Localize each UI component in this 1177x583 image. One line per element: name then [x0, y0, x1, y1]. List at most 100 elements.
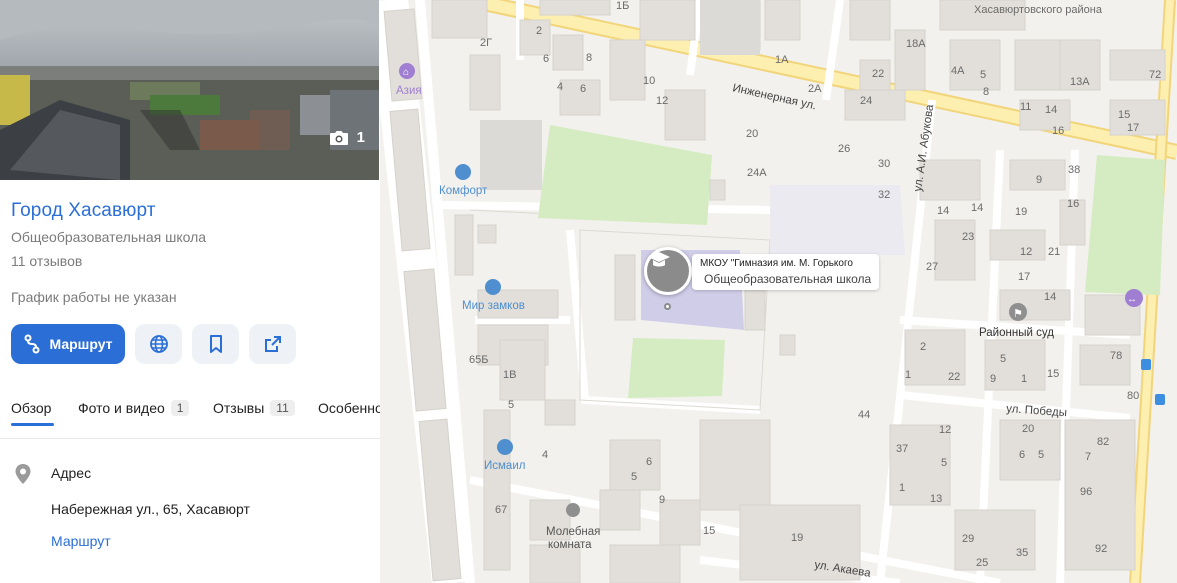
svg-text:4: 4 [557, 81, 563, 93]
route-button[interactable]: Маршрут [11, 324, 125, 364]
svg-text:65Б: 65Б [469, 354, 488, 366]
org-category: Общеобразовательная школа [11, 229, 207, 245]
svg-text:44: 44 [858, 409, 870, 421]
org-tabs: Обзор Фото и видео 1 Отзывы 11 Особенно [0, 396, 380, 439]
app: 1Б 2Г 2 6 8 4 6 10 12 1А 2А 20 24А 26 30… [0, 0, 1177, 583]
svg-text:14: 14 [971, 202, 983, 214]
svg-text:22: 22 [948, 371, 960, 383]
tab-overview[interactable]: Обзор [11, 400, 51, 416]
tab-photos[interactable]: Фото и видео 1 [78, 400, 190, 416]
route-icon [24, 334, 40, 354]
svg-text:78: 78 [1110, 350, 1122, 362]
route-button-label: Маршрут [49, 336, 113, 352]
tab-photos-badge: 1 [170, 400, 190, 416]
svg-text:Районный суд: Районный суд [979, 327, 1054, 339]
svg-text:8: 8 [586, 52, 592, 64]
location-pin-icon [15, 464, 31, 484]
svg-text:4: 4 [542, 449, 548, 461]
bookmark-button[interactable] [192, 324, 239, 364]
svg-text:14: 14 [1045, 104, 1057, 116]
svg-text:10: 10 [643, 75, 655, 87]
school-marker-icon[interactable] [644, 247, 692, 295]
city-photo-image [0, 0, 379, 180]
tab-reviews-label: Отзывы [213, 400, 265, 416]
svg-text:35: 35 [1016, 547, 1028, 559]
svg-text:96: 96 [1080, 486, 1092, 498]
svg-text:22: 22 [872, 68, 884, 80]
svg-text:18А: 18А [906, 38, 926, 50]
svg-text:32: 32 [878, 189, 890, 201]
tab-reviews[interactable]: Отзывы 11 [213, 400, 295, 416]
district-label: Хасавюртовского района [974, 4, 1103, 16]
svg-text:⌂: ⌂ [403, 67, 409, 78]
svg-text:8: 8 [983, 86, 989, 98]
address-route-link[interactable]: Маршрут [51, 533, 111, 549]
svg-text:1: 1 [899, 482, 905, 494]
poi-sport-icon[interactable]: ↔ [1125, 289, 1143, 307]
active-tab-indicator [11, 423, 54, 426]
svg-text:17: 17 [1127, 122, 1139, 134]
action-buttons: Маршрут [11, 324, 296, 364]
svg-text:14: 14 [1044, 291, 1056, 303]
svg-text:↔: ↔ [1127, 294, 1137, 305]
svg-text:24А: 24А [747, 167, 767, 179]
svg-text:12: 12 [1020, 246, 1032, 258]
svg-text:2А: 2А [808, 83, 822, 95]
svg-text:9: 9 [659, 494, 665, 506]
tab-features-label: Особенно [318, 400, 380, 416]
svg-text:37: 37 [896, 443, 908, 455]
svg-text:14: 14 [937, 205, 949, 217]
globe-icon [149, 335, 168, 353]
svg-text:7: 7 [1085, 451, 1091, 463]
svg-text:1Б: 1Б [616, 0, 629, 12]
svg-text:5: 5 [941, 457, 947, 469]
svg-text:Молебная: Молебная [546, 526, 600, 538]
svg-text:12: 12 [939, 424, 951, 436]
tab-features[interactable]: Особенно [318, 400, 380, 416]
school-callout[interactable]: МКОУ "Гимназия им. М. Горького Общеобраз… [692, 254, 880, 290]
svg-text:6: 6 [1019, 449, 1025, 461]
svg-text:Азия: Азия [396, 85, 422, 97]
org-panel: 1 Город Хасавюрт Общеобразовательная шко… [0, 0, 380, 583]
svg-text:19: 19 [791, 532, 803, 544]
svg-text:13А: 13А [1070, 76, 1090, 88]
org-reviews-count[interactable]: 11 отзывов [11, 253, 82, 269]
svg-text:11: 11 [1020, 101, 1031, 113]
callout-title: МКОУ "Гимназия им. М. Горького [700, 258, 853, 269]
svg-text:19: 19 [1015, 206, 1027, 218]
svg-text:30: 30 [878, 158, 890, 170]
photo-count-value: 1 [356, 129, 365, 146]
callout-subtitle: Общеобразовательная школа [704, 272, 872, 286]
svg-text:38: 38 [1068, 164, 1080, 176]
svg-text:6: 6 [646, 456, 652, 468]
school-location-dot [664, 303, 671, 310]
svg-text:6: 6 [580, 83, 586, 95]
address-label: Адрес [51, 465, 92, 481]
org-photo[interactable]: 1 [0, 0, 379, 180]
svg-text:67: 67 [495, 504, 507, 516]
bookmark-icon [209, 335, 222, 353]
website-button[interactable] [135, 324, 182, 364]
tab-overview-label: Обзор [11, 400, 52, 416]
org-hours: График работы не указан [11, 289, 177, 305]
svg-text:23: 23 [962, 231, 974, 243]
svg-text:1: 1 [905, 369, 911, 381]
svg-text:92: 92 [1095, 543, 1107, 555]
svg-text:15: 15 [703, 525, 715, 537]
tab-photos-label: Фото и видео [78, 400, 165, 416]
address-value[interactable]: Набережная ул., 65, Хасавюрт [51, 501, 250, 517]
svg-text:13: 13 [930, 493, 942, 505]
photo-count[interactable]: 1 [329, 129, 365, 146]
svg-text:5: 5 [1038, 449, 1044, 461]
org-title[interactable]: Город Хасавюрт [11, 200, 156, 222]
camera-icon [329, 130, 348, 145]
share-icon [264, 336, 281, 352]
svg-text:20: 20 [1022, 423, 1034, 435]
share-button[interactable] [249, 324, 296, 364]
svg-text:25: 25 [976, 557, 988, 569]
svg-text:26: 26 [838, 143, 850, 155]
svg-text:Исмаил: Исмаил [484, 460, 525, 472]
svg-text:27: 27 [926, 261, 938, 273]
svg-text:80: 80 [1127, 390, 1139, 402]
svg-text:6: 6 [543, 53, 549, 65]
